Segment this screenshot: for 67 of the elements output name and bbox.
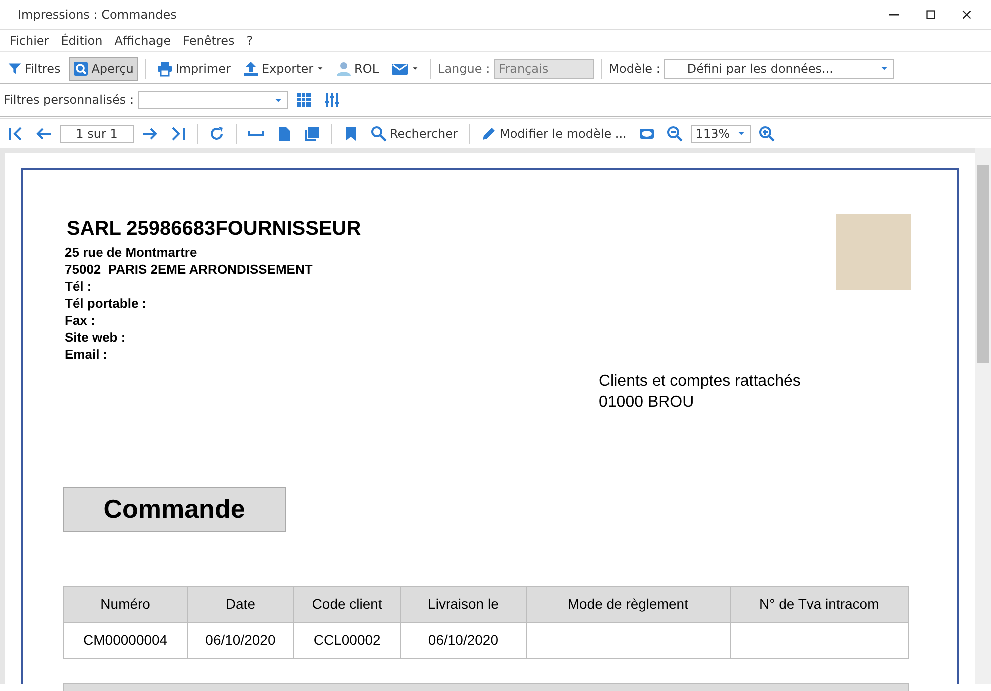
close-icon	[961, 8, 973, 20]
pencil-icon	[480, 126, 497, 142]
document-heading: Commande	[63, 487, 286, 532]
table-cell: CCL00002	[294, 622, 401, 658]
edit-model-button[interactable]: Modifier le modèle ...	[476, 122, 631, 146]
zoom-in-icon	[758, 126, 775, 142]
address-line: Email :	[65, 346, 109, 363]
menu-item[interactable]: Édition	[55, 30, 109, 52]
caret-icon	[316, 65, 324, 72]
export-button[interactable]: Exporter	[238, 56, 328, 80]
address-line: 25 rue de Montmartre	[65, 244, 198, 261]
address-line: Tél :	[65, 278, 93, 295]
language-label: Langue :	[438, 60, 490, 78]
menu-item[interactable]: Fichier	[4, 30, 56, 52]
column-header: Numéro	[64, 586, 188, 622]
zoom-dropdown[interactable]: 113%	[690, 124, 751, 142]
page-field[interactable]: 1 sur 1	[60, 124, 134, 142]
arrow-left-icon	[36, 126, 52, 142]
vertical-scrollbar[interactable]	[975, 148, 991, 684]
address-line: 75002 PARIS 2EME ARRONDISSEMENT	[65, 261, 314, 278]
menu-item[interactable]: ?	[240, 30, 260, 52]
menu-item[interactable]: Fenêtres	[177, 30, 241, 52]
print-button[interactable]: Imprimer	[152, 56, 235, 80]
upload-icon	[242, 60, 259, 76]
address-line: Fax :	[65, 312, 96, 329]
last-page-icon	[170, 126, 186, 142]
search-button[interactable]: Rechercher	[367, 122, 462, 146]
maximize-icon	[925, 8, 937, 20]
menu-item[interactable]: Affichage	[108, 30, 178, 52]
zoom-out-icon	[666, 126, 683, 142]
company-name: SARL 25986683FOURNISSEUR	[67, 217, 362, 242]
page-width-icon	[248, 131, 264, 136]
address-line: Site web :	[65, 329, 127, 346]
column-header: Code client	[294, 586, 401, 622]
column-header: Livraison le	[400, 586, 526, 622]
column-header: N° de Tva intracom	[730, 586, 908, 622]
minimize-icon	[889, 14, 899, 16]
funnel-icon	[8, 62, 22, 76]
scrollbar-thumb[interactable]	[977, 165, 989, 363]
recipient-line: 01000 BROU	[599, 393, 696, 413]
sliders-icon	[324, 92, 340, 108]
rol-button[interactable]: ROL	[332, 56, 384, 80]
table-cell: 06/10/2020	[188, 622, 294, 658]
refresh-icon	[209, 126, 225, 142]
table-cell: 06/10/2020	[400, 622, 526, 658]
user-icon	[336, 60, 352, 76]
model-dropdown[interactable]: Défini par les données...	[664, 58, 894, 78]
column-header: Mode de règlement	[526, 586, 730, 622]
search-icon	[371, 126, 387, 142]
preview-button[interactable]: Aperçu	[68, 56, 138, 80]
pages-icon	[304, 126, 320, 142]
custom-filters-label: Filtres personnalisés :	[4, 92, 134, 109]
first-page-icon	[8, 126, 24, 142]
page-icon	[276, 126, 292, 142]
filters-button[interactable]: Filtres	[4, 56, 65, 80]
table-cell: CM00000004	[64, 622, 188, 658]
arrow-right-icon	[142, 126, 158, 142]
preview-icon	[72, 60, 89, 76]
grid-gear-icon	[296, 92, 312, 108]
recipient-line: Clients et comptes rattachés	[599, 372, 802, 392]
printer-icon	[156, 60, 173, 76]
column-header: Date	[188, 586, 294, 622]
window-title: Impressions : Commandes	[18, 6, 178, 24]
caret-icon	[412, 65, 420, 72]
bookmark-icon	[343, 126, 359, 142]
model-label: Modèle :	[609, 60, 660, 78]
address-line: Tél portable :	[65, 295, 148, 312]
